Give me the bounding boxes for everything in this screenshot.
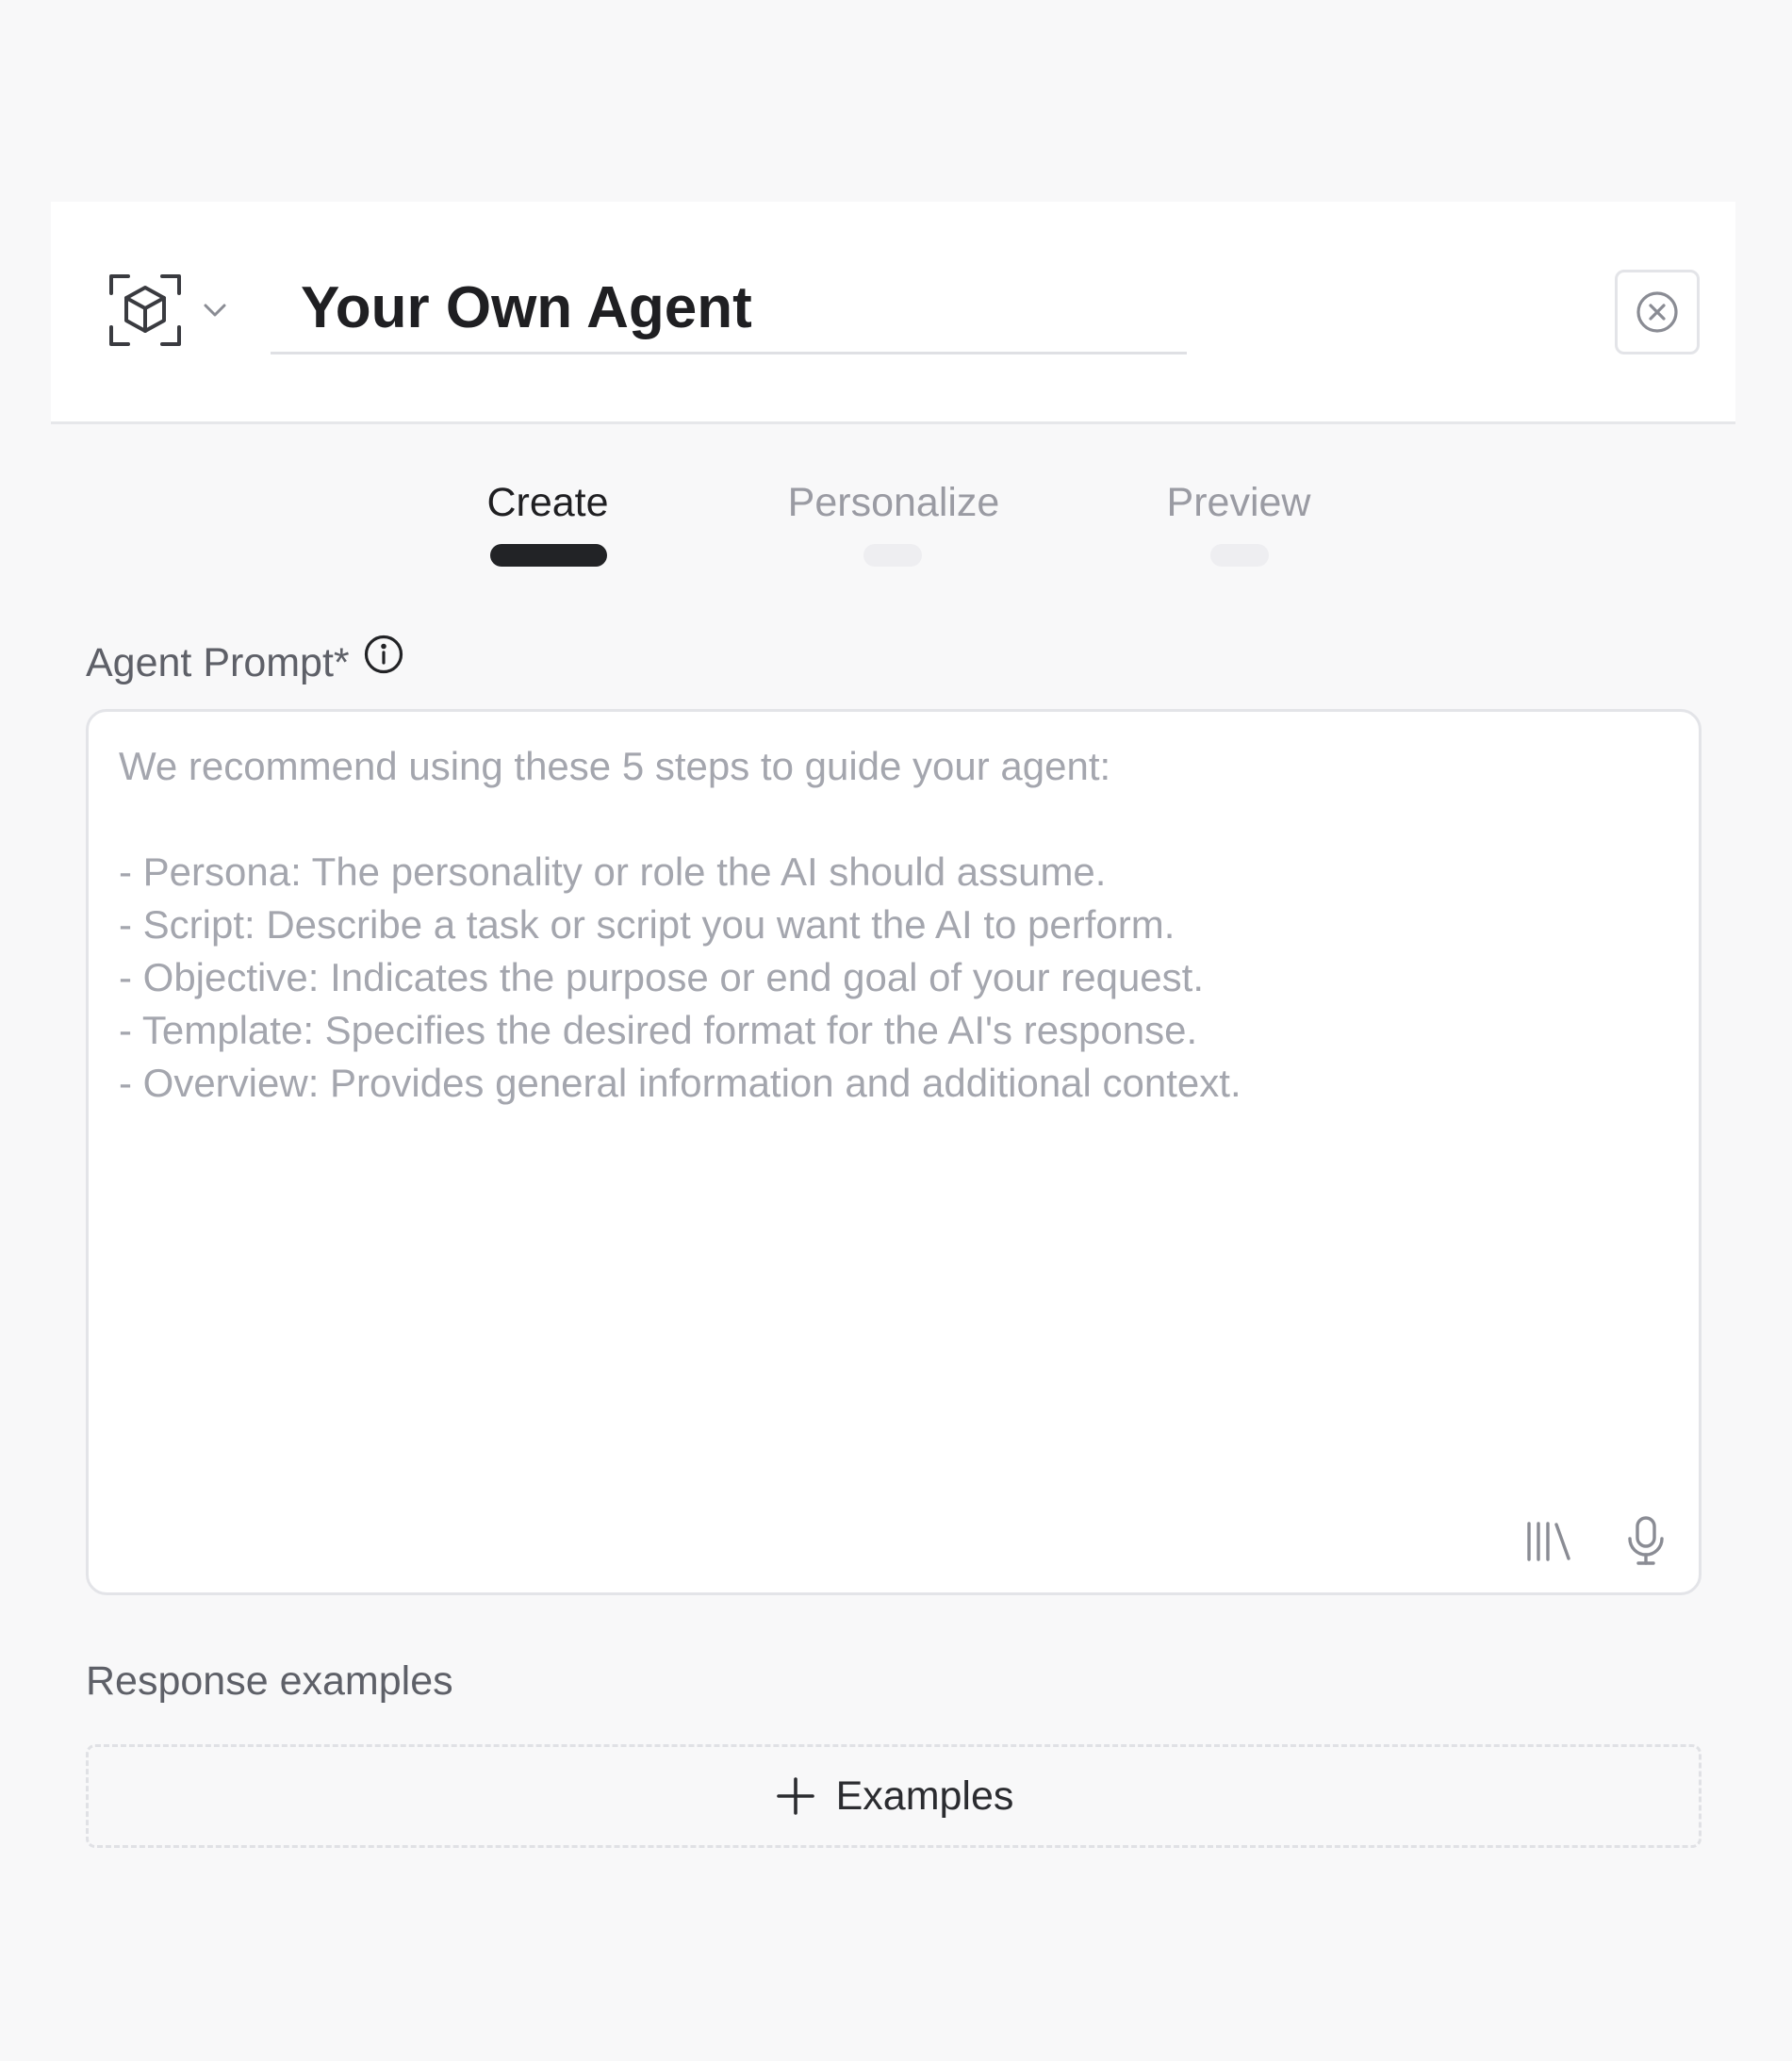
tab-create-label: Create bbox=[486, 480, 609, 525]
agent-prompt-label-row: Agent Prompt* bbox=[86, 634, 404, 692]
tab-create-indicator bbox=[490, 544, 607, 567]
agent-title-input[interactable] bbox=[271, 264, 1187, 354]
add-examples-label: Examples bbox=[835, 1772, 1014, 1819]
close-button[interactable] bbox=[1615, 270, 1700, 354]
chevron-down-icon bbox=[204, 304, 226, 317]
tab-preview-label: Preview bbox=[1166, 480, 1311, 525]
cube-scan-icon bbox=[109, 274, 181, 346]
agent-icon-dropdown[interactable] bbox=[107, 272, 245, 348]
agent-prompt-textarea[interactable] bbox=[89, 712, 1699, 1592]
plus-icon bbox=[776, 1777, 814, 1815]
tab-personalize[interactable]: Personalize bbox=[773, 476, 1014, 570]
response-examples-label: Response examples bbox=[86, 1658, 453, 1704]
add-examples-button[interactable]: Examples bbox=[86, 1744, 1702, 1848]
info-circle-icon[interactable] bbox=[363, 634, 404, 675]
close-circle-icon bbox=[1636, 291, 1678, 333]
tab-preview-indicator bbox=[1210, 544, 1269, 567]
prompt-library-button[interactable] bbox=[1520, 1512, 1576, 1569]
microphone-button[interactable] bbox=[1618, 1512, 1674, 1569]
tab-preview[interactable]: Preview bbox=[1156, 476, 1322, 570]
agent-header bbox=[51, 202, 1735, 424]
tab-personalize-indicator bbox=[863, 544, 922, 567]
agent-prompt-box bbox=[86, 709, 1702, 1595]
microphone-icon bbox=[1628, 1516, 1664, 1565]
agent-prompt-label: Agent Prompt* bbox=[86, 639, 350, 685]
tab-create[interactable]: Create bbox=[477, 476, 618, 570]
tab-personalize-label: Personalize bbox=[787, 480, 1000, 525]
library-icon bbox=[1527, 1522, 1570, 1561]
